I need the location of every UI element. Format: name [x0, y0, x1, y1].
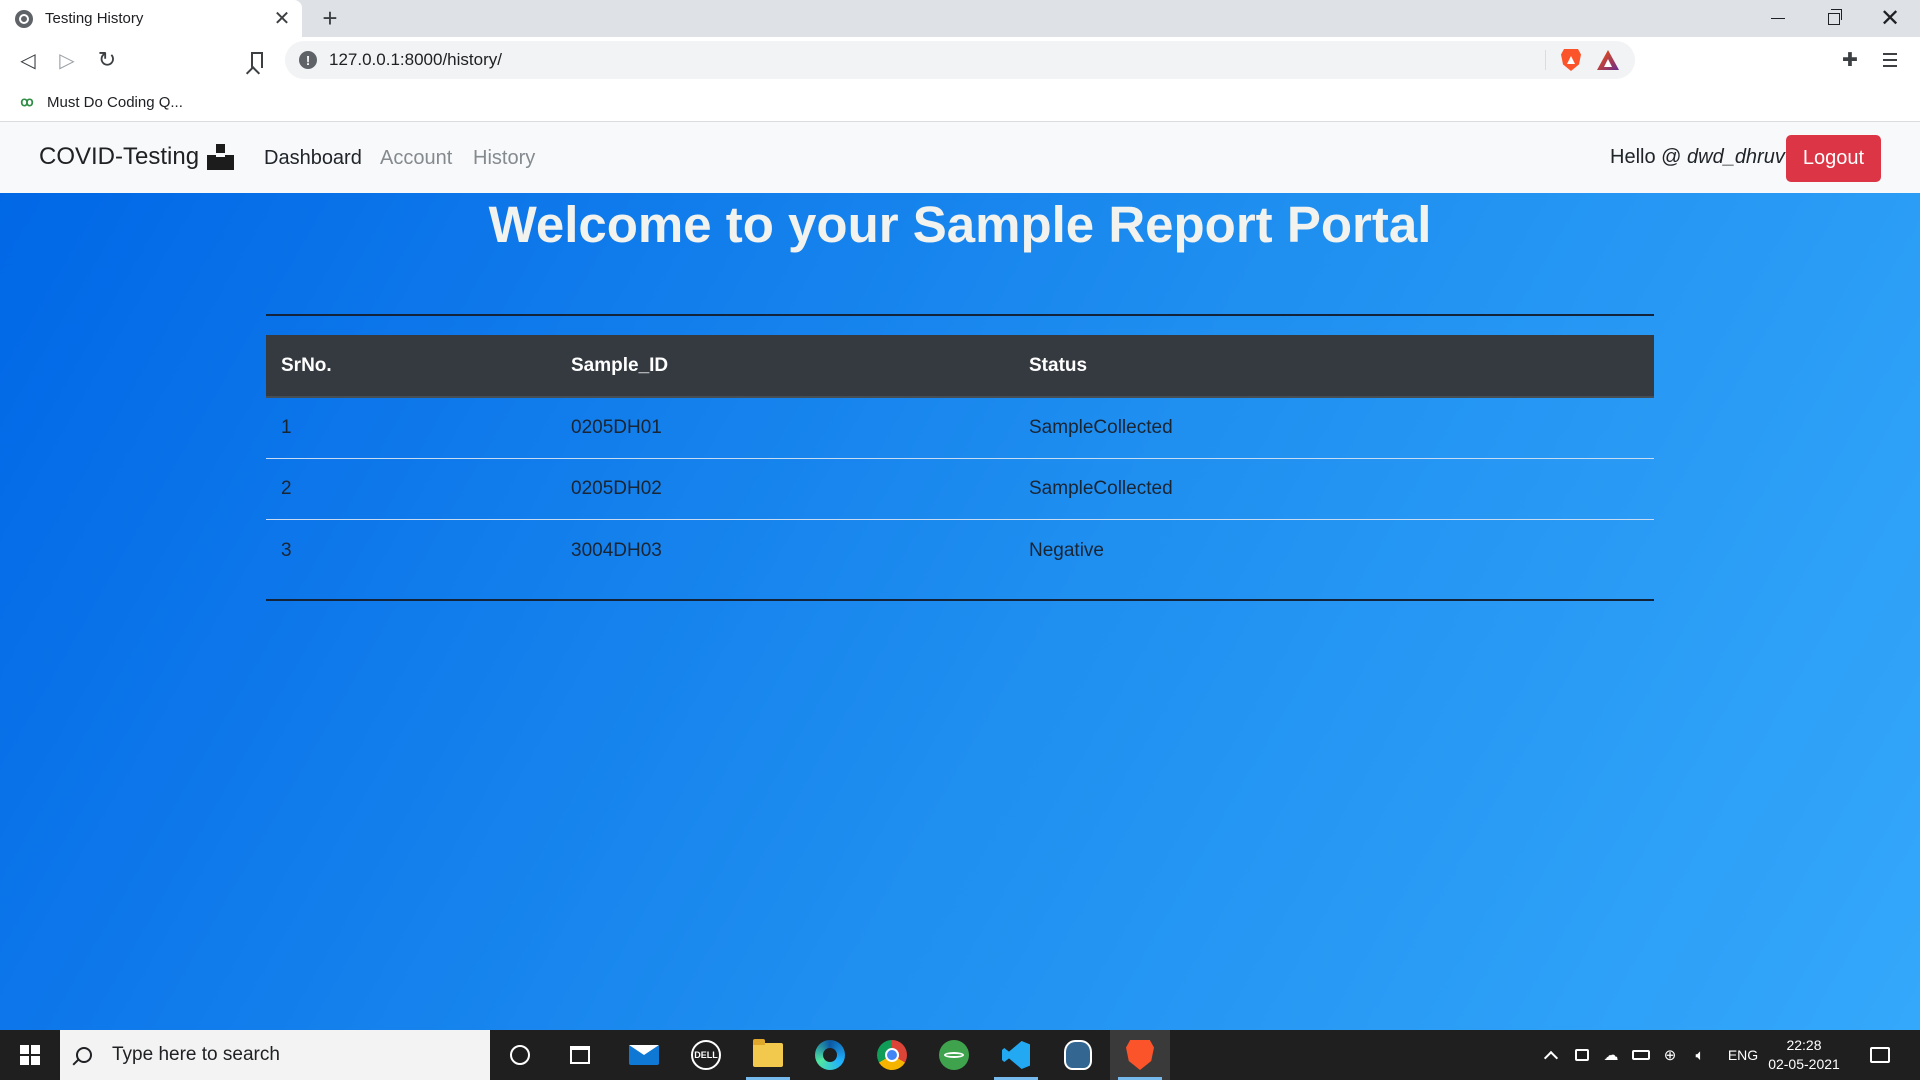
brand-link[interactable]: COVID-Testing — [39, 143, 235, 171]
reload-icon[interactable]: ↻ — [93, 46, 121, 74]
site-navbar: COVID-Testing Dashboard Account History … — [0, 122, 1920, 193]
url-text[interactable]: 127.0.0.1:8000/history/ — [329, 50, 502, 70]
taskbar-search-input[interactable]: Type here to search — [60, 1030, 490, 1080]
cell-srno: 3 — [281, 539, 292, 561]
system-clock[interactable]: 22:28 02-05-2021 — [1762, 1030, 1846, 1080]
back-arrow-icon[interactable]: ◁ — [14, 46, 42, 74]
language-indicator[interactable]: ENG — [1724, 1030, 1762, 1080]
search-icon — [76, 1047, 92, 1063]
column-header-sample-id: Sample_ID — [571, 354, 669, 376]
meet-now-icon[interactable] — [1571, 1030, 1593, 1080]
onedrive-icon[interactable]: ☁ — [1600, 1030, 1622, 1080]
bat-rewards-icon[interactable] — [1597, 50, 1619, 70]
cell-status: SampleCollected — [1029, 478, 1173, 499]
vscode-icon[interactable] — [986, 1030, 1046, 1080]
page-title: Welcome to your Sample Report Portal — [488, 196, 1432, 253]
geeksforgeeks-icon: ꝏ — [20, 94, 34, 109]
plus-icon[interactable]: + — [316, 3, 344, 33]
tab-strip: Testing History ✕ + ✕ — [0, 0, 1920, 37]
cell-status: Negative — [1029, 539, 1104, 561]
logout-button[interactable]: Logout — [1786, 135, 1881, 182]
browser-toolbar: ◁ ▷ ↻ ! 127.0.0.1:8000/history/ ✚ — [0, 37, 1920, 83]
search-placeholder: Type here to search — [112, 1044, 280, 1065]
tab-title: Testing History — [45, 10, 144, 27]
table-row: 2 0205DH02 SampleCollected — [266, 459, 1654, 520]
address-bar[interactable]: ! 127.0.0.1:8000/history/ — [285, 41, 1635, 79]
clock-date: 02-05-2021 — [1768, 1056, 1840, 1072]
greeting-prefix: Hello @ — [1610, 146, 1682, 168]
cell-status: SampleCollected — [1029, 417, 1173, 438]
file-explorer-icon[interactable] — [738, 1030, 798, 1080]
cell-sample-id: 0205DH02 — [571, 478, 662, 499]
chevron-up-icon[interactable] — [1540, 1030, 1562, 1080]
table-row: 1 0205DH01 SampleCollected — [266, 398, 1654, 459]
puzzle-icon[interactable]: ✚ — [1840, 50, 1860, 71]
column-header-srno: SrNo. — [281, 354, 332, 376]
windows-taskbar: Type here to search DELL ☁ ⊕ 🔈︎ ENG 22:2… — [0, 1030, 1920, 1080]
cortana-icon[interactable] — [490, 1030, 550, 1080]
nav-link-history[interactable]: History — [473, 147, 535, 170]
volume-icon[interactable]: 🔈︎ — [1689, 1030, 1711, 1080]
column-header-status: Status — [1029, 354, 1088, 376]
bookmark-icon[interactable] — [243, 46, 271, 74]
cell-sample-id: 3004DH03 — [571, 539, 662, 561]
chrome-icon[interactable] — [862, 1030, 922, 1080]
hamburger-menu-icon[interactable] — [1880, 50, 1900, 70]
dell-icon[interactable]: DELL — [676, 1030, 736, 1080]
brave-shield-icon[interactable] — [1561, 49, 1581, 71]
nav-link-dashboard[interactable]: Dashboard — [264, 147, 362, 170]
bookmark-item-label[interactable]: Must Do Coding Q... — [47, 94, 183, 111]
history-table: SrNo. Sample_ID Status 1 0205DH01 Sample… — [266, 335, 1654, 581]
forward-arrow-icon[interactable]: ▷ — [53, 46, 81, 74]
edge-icon[interactable] — [800, 1030, 860, 1080]
table-header-row: SrNo. Sample_ID Status — [266, 335, 1654, 398]
nav-link-account[interactable]: Account — [380, 147, 452, 170]
username: dwd_dhruv — [1687, 146, 1785, 168]
postgresql-icon[interactable] — [1048, 1030, 1108, 1080]
brand-label: COVID-Testing — [39, 143, 200, 170]
divider-bottom — [266, 599, 1654, 601]
cell-sample-id: 0205DH01 — [571, 417, 662, 438]
task-view-icon[interactable] — [550, 1030, 610, 1080]
omnibox-divider — [1545, 50, 1546, 70]
browser-tab-active[interactable]: Testing History ✕ — [0, 0, 302, 37]
close-icon[interactable]: ✕ — [270, 7, 294, 31]
atom-icon[interactable] — [924, 1030, 984, 1080]
page-body: COVID-Testing Dashboard Account History … — [0, 122, 1920, 1030]
cell-srno: 2 — [281, 478, 292, 499]
network-icon[interactable]: ⊕ — [1659, 1030, 1681, 1080]
bookmarks-bar: ꝏ Must Do Coding Q... — [0, 83, 1920, 122]
window-close-button[interactable]: ✕ — [1862, 0, 1918, 37]
clock-time: 22:28 — [1786, 1037, 1822, 1053]
notification-icon[interactable] — [1862, 1030, 1898, 1080]
brave-browser-icon[interactable] — [1110, 1030, 1170, 1080]
divider-top — [266, 314, 1654, 316]
battery-icon[interactable] — [1630, 1030, 1652, 1080]
table-row: 3 3004DH03 Negative — [266, 520, 1654, 581]
info-icon[interactable]: ! — [299, 51, 317, 69]
restore-button[interactable] — [1806, 0, 1862, 37]
globe-icon — [15, 9, 33, 28]
mail-icon[interactable] — [614, 1030, 674, 1080]
minimize-button[interactable] — [1750, 0, 1806, 37]
user-greeting: Hello @ dwd_dhruv — [1610, 146, 1785, 169]
cell-srno: 1 — [281, 417, 292, 438]
windows-start-icon[interactable] — [0, 1030, 60, 1080]
building-blocks-icon — [207, 144, 235, 170]
